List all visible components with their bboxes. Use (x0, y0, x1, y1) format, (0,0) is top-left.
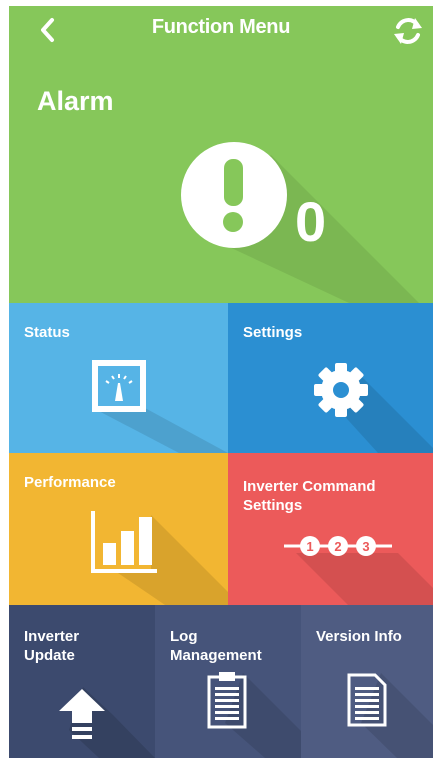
gauge-meter-icon (92, 360, 146, 412)
alarm-count: 0 (295, 190, 327, 253)
step-3-label: 3 (362, 539, 369, 554)
refresh-icon[interactable] (391, 14, 425, 48)
document-icon (347, 673, 387, 727)
alarm-panel[interactable]: Alarm 0 (9, 56, 433, 303)
steps-123-icon: 1 2 3 (284, 536, 392, 556)
step-2-label: 2 (334, 539, 341, 554)
clipboard-icon (207, 672, 247, 729)
header-bar: Function Menu (9, 6, 433, 56)
tile-label: Status (24, 324, 70, 341)
tile-inverter-update[interactable]: Inverter Update (9, 605, 155, 758)
upload-arrow-icon (59, 689, 105, 739)
tile-version-info[interactable]: Version Info (301, 605, 433, 758)
tile-settings[interactable]: Settings (228, 303, 433, 453)
step-1-label: 1 (306, 539, 313, 554)
tile-label: Performance (24, 474, 116, 491)
tile-inverter-command-settings[interactable]: Inverter Command Settings 1 2 3 (228, 453, 433, 605)
tile-shadow (296, 553, 433, 605)
bar-chart-icon (91, 511, 157, 573)
tile-performance[interactable]: Performance (9, 453, 228, 605)
tile-status[interactable]: Status (9, 303, 228, 453)
gear-icon (314, 363, 368, 417)
tile-label: Log Management (170, 628, 262, 664)
tile-label: Inverter Command Settings (243, 478, 376, 514)
tile-label: Version Info (316, 628, 402, 645)
tile-log-management[interactable]: Log Management (155, 605, 301, 758)
page-title: Function Menu (151, 16, 291, 38)
function-menu-screen: Function Menu Alarm 0 Status Settings Pe… (9, 6, 433, 758)
tile-label: Inverter Update (24, 628, 80, 664)
tile-label: Settings (243, 324, 303, 341)
